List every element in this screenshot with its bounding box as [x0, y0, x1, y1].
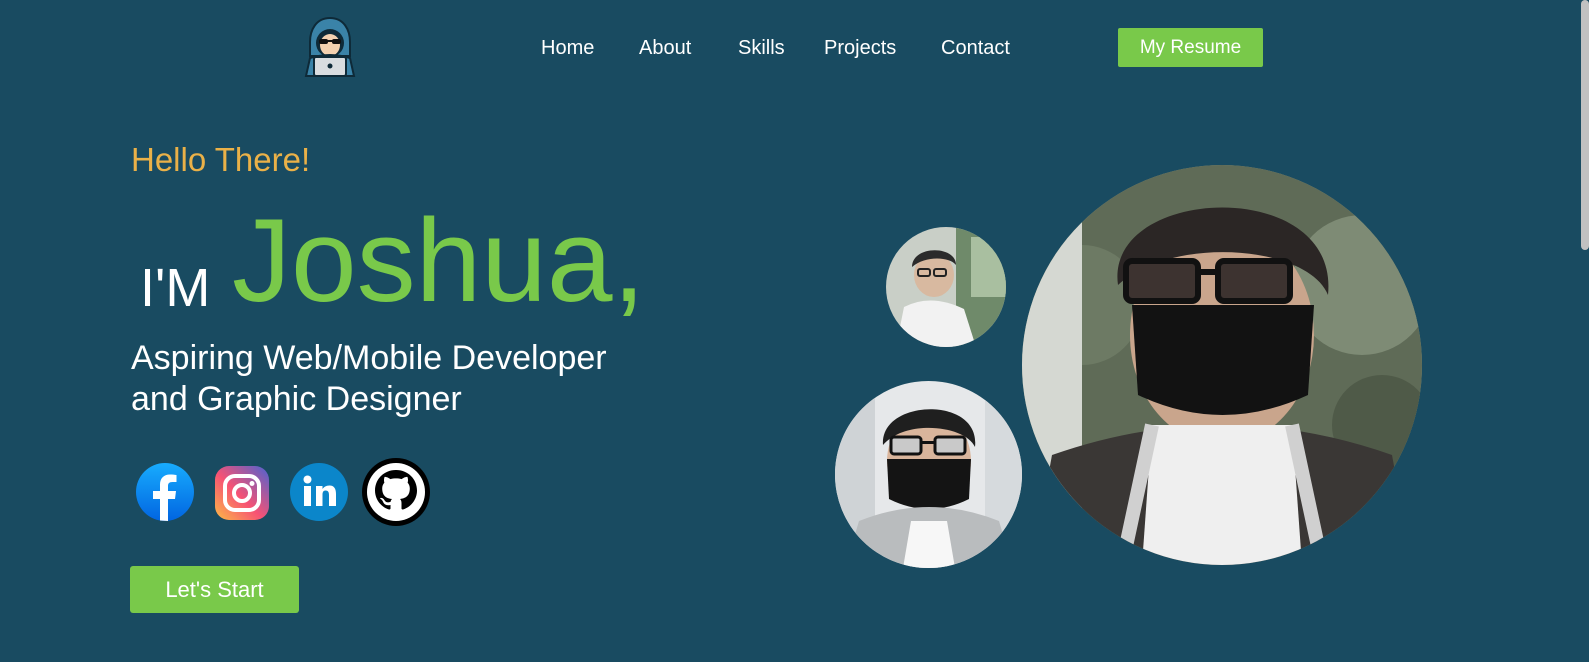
page: Home About Skills Projects Contact My Re…: [0, 0, 1589, 662]
greeting-text: Hello There!: [131, 141, 311, 178]
facebook-icon[interactable]: [133, 460, 197, 524]
hero-tagline: Aspiring Web/Mobile Developer and Graphi…: [131, 338, 731, 420]
tagline-line-1: Aspiring Web/Mobile Developer: [131, 339, 607, 377]
profile-photo-medium: [835, 381, 1022, 568]
linkedin-icon[interactable]: [287, 460, 351, 524]
tagline-line-2: and Graphic Designer: [131, 380, 462, 418]
profile-photo-small: [886, 227, 1006, 347]
nav-about-link[interactable]: About: [639, 34, 691, 62]
page-scrollbar[interactable]: [1581, 0, 1589, 250]
intro-text: I'M: [140, 258, 211, 318]
nav-contact-link[interactable]: Contact: [941, 34, 1010, 62]
instagram-icon[interactable]: [210, 460, 274, 524]
profile-photo-large: [1022, 165, 1422, 565]
lets-start-button[interactable]: Let's Start: [130, 566, 299, 613]
hooded-hacker-logo-icon[interactable]: [302, 16, 358, 78]
nav-projects-link[interactable]: Projects: [824, 34, 896, 62]
my-resume-button[interactable]: My Resume: [1118, 28, 1263, 67]
github-icon[interactable]: [361, 457, 431, 527]
hero-name: Joshua,: [232, 195, 646, 327]
nav-home-link[interactable]: Home: [541, 34, 594, 62]
nav-skills-link[interactable]: Skills: [738, 34, 785, 62]
